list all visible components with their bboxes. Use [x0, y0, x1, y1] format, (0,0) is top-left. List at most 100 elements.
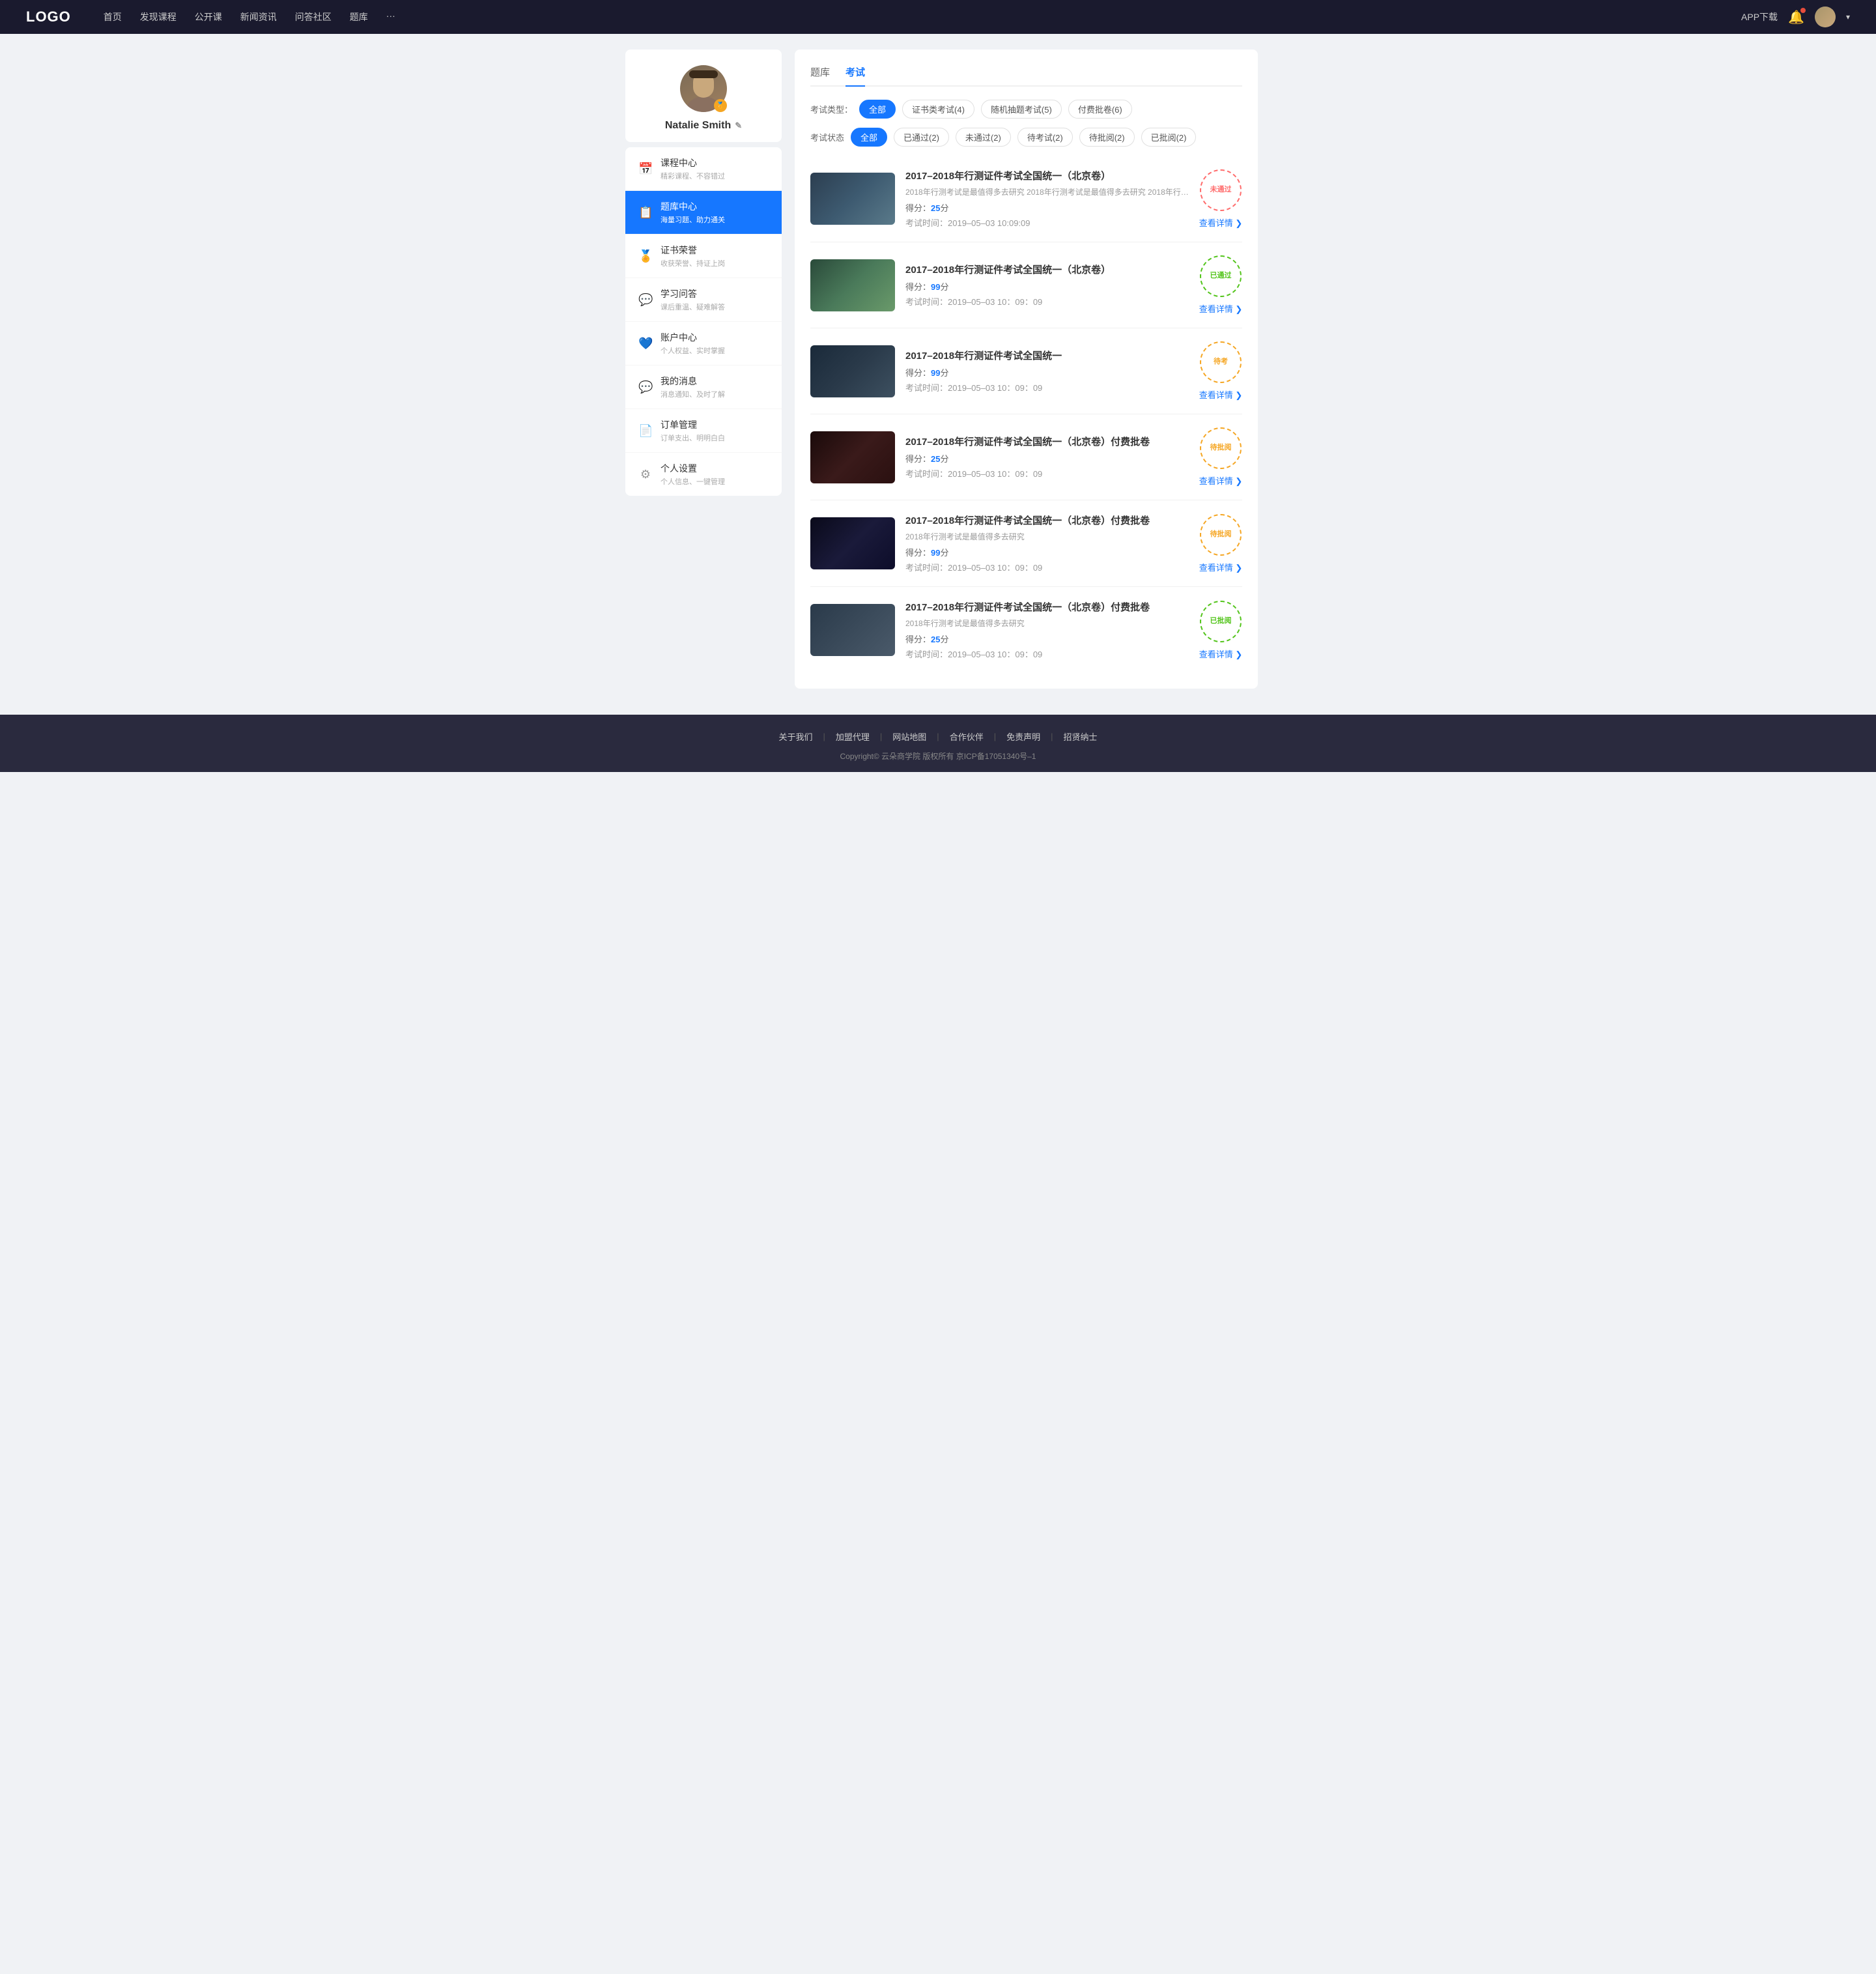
view-detail-button[interactable]: 查看详情 ❯ — [1199, 648, 1243, 660]
footer-links: 关于我们 | 加盟代理 | 网站地图 | 合作伙伴 | 免责声明 | 招贤纳士 — [0, 730, 1876, 743]
exam-desc: 2018年行测考试是最值得多去研究 — [905, 531, 1189, 542]
status-filter-all[interactable]: 全部 — [851, 128, 887, 147]
settings-text: 个人设置 个人信息、一键管理 — [661, 462, 725, 487]
exam-desc: 2018年行测考试是最值得多去研究 2018年行测考试是最值得多去研究 2018… — [905, 186, 1189, 197]
qa-text: 学习问答 课后重温、疑难解答 — [661, 287, 725, 312]
sidebar-item-quiz[interactable]: 📋 题库中心 海量习题、助力通关 — [625, 191, 782, 235]
footer-jobs[interactable]: 招贤纳士 — [1053, 730, 1108, 743]
sidebar-item-cert[interactable]: 🏅 证书荣誉 收获荣誉、持证上岗 — [625, 235, 782, 278]
nav-more[interactable]: ··· — [386, 10, 395, 23]
view-detail-button[interactable]: 查看详情 ❯ — [1199, 302, 1243, 315]
edit-icon[interactable]: ✎ — [735, 121, 742, 131]
account-sub: 个人权益、实时掌握 — [661, 345, 725, 356]
nav-app-download[interactable]: APP下载 — [1741, 10, 1778, 23]
exam-action: 待批阅 查看详情 ❯ — [1199, 514, 1243, 573]
sidebar-item-message[interactable]: 💬 我的消息 消息通知、及时了解 — [625, 365, 782, 409]
avatar[interactable] — [1815, 7, 1836, 27]
tab-exam[interactable]: 考试 — [846, 65, 865, 87]
logo: LOGO — [26, 8, 71, 25]
quiz-label: 题库中心 — [661, 200, 725, 213]
footer-partner[interactable]: 合作伙伴 — [939, 730, 994, 743]
sidebar-item-account[interactable]: 💙 账户中心 个人权益、实时掌握 — [625, 322, 782, 365]
exam-thumbnail — [810, 173, 895, 225]
exam-time: 考试时间：2019–05–03 10：09：09 — [905, 467, 1189, 479]
footer-franchise[interactable]: 加盟代理 — [825, 730, 880, 743]
avatar-wrap: 🏅 — [680, 65, 727, 112]
bell-button[interactable]: 🔔 — [1788, 9, 1804, 25]
exam-score-value: 25 — [931, 203, 940, 213]
sidebar-item-qa[interactable]: 💬 学习问答 课后重温、疑难解答 — [625, 278, 782, 322]
nav-quiz[interactable]: 题库 — [350, 10, 368, 23]
cert-label: 证书荣誉 — [661, 244, 725, 257]
view-detail-button[interactable]: 查看详情 ❯ — [1199, 388, 1243, 401]
account-label: 账户中心 — [661, 331, 725, 344]
avatar-badge: 🏅 — [714, 99, 727, 112]
nav-opencourse[interactable]: 公开课 — [195, 10, 222, 23]
status-filter-awaiting[interactable]: 待批阅(2) — [1079, 128, 1135, 147]
exam-time: 考试时间：2019–05–03 10：09：09 — [905, 295, 1189, 308]
profile-name-row: Natalie Smith ✎ — [636, 120, 771, 132]
footer-sitemap[interactable]: 网站地图 — [882, 730, 937, 743]
notification-dot — [1800, 8, 1806, 13]
quiz-icon: 📋 — [638, 206, 653, 220]
status-badge: 待批阅 — [1200, 514, 1242, 556]
message-text: 我的消息 消息通知、及时了解 — [661, 375, 725, 399]
exam-item: 2017–2018年行测证件考试全国统一 得分：99分 考试时间：2019–05… — [810, 328, 1242, 414]
exam-score: 得分：99分 — [905, 546, 1189, 558]
exam-action: 未通过 查看详情 ❯ — [1199, 169, 1243, 229]
view-detail-button[interactable]: 查看详情 ❯ — [1199, 561, 1243, 573]
type-filter-label: 考试类型： — [810, 103, 853, 115]
content-tabs: 题库 考试 — [810, 65, 1242, 87]
sidebar-profile: 🏅 Natalie Smith ✎ — [625, 50, 782, 142]
footer-about[interactable]: 关于我们 — [768, 730, 823, 743]
quiz-text: 题库中心 海量习题、助力通关 — [661, 200, 725, 225]
nav-home[interactable]: 首页 — [104, 10, 122, 23]
nav-discover[interactable]: 发现课程 — [140, 10, 177, 23]
quiz-sub: 海量习题、助力通关 — [661, 214, 725, 225]
sidebar-item-course[interactable]: 📅 课程中心 精彩课程、不容错过 — [625, 147, 782, 191]
status-filter-reviewed[interactable]: 已批阅(2) — [1141, 128, 1197, 147]
type-filter-paid[interactable]: 付费批卷(6) — [1068, 100, 1132, 119]
cert-text: 证书荣誉 收获荣誉、持证上岗 — [661, 244, 725, 268]
message-icon: 💬 — [638, 380, 653, 394]
sidebar-item-order[interactable]: 📄 订单管理 订单支出、明明白白 — [625, 409, 782, 453]
type-filter-cert[interactable]: 证书类考试(4) — [902, 100, 974, 119]
sidebar-menu: 📅 课程中心 精彩课程、不容错过 📋 题库中心 海量习题、助力通关 🏅 证书荣誉… — [625, 147, 782, 496]
nav-news[interactable]: 新闻资讯 — [240, 10, 277, 23]
exam-score: 得分：25分 — [905, 452, 1189, 465]
order-icon: 📄 — [638, 424, 653, 438]
status-filter-passed[interactable]: 已通过(2) — [894, 128, 949, 147]
qa-sub: 课后重温、疑难解答 — [661, 302, 725, 312]
exam-score-value: 99 — [931, 282, 940, 292]
exam-action: 已通过 查看详情 ❯ — [1199, 255, 1243, 315]
view-detail-button[interactable]: 查看详情 ❯ — [1199, 474, 1243, 487]
status-filter-failed[interactable]: 未通过(2) — [956, 128, 1011, 147]
type-filter-row: 考试类型： 全部 证书类考试(4) 随机抽题考试(5) 付费批卷(6) — [810, 100, 1242, 119]
exam-title: 2017–2018年行测证件考试全国统一（北京卷） — [905, 263, 1189, 276]
nav-qa[interactable]: 问答社区 — [295, 10, 332, 23]
exam-action: 待考 查看详情 ❯ — [1199, 341, 1243, 401]
status-filter-label: 考试状态 — [810, 131, 844, 143]
status-filter-pending[interactable]: 待考试(2) — [1017, 128, 1073, 147]
exam-thumbnail — [810, 345, 895, 397]
exam-score: 得分：25分 — [905, 633, 1189, 645]
view-detail-button[interactable]: 查看详情 ❯ — [1199, 216, 1243, 229]
footer-disclaimer[interactable]: 免责声明 — [996, 730, 1051, 743]
exam-info: 2017–2018年行测证件考试全国统一（北京卷）付费批卷 2018年行测考试是… — [905, 600, 1189, 660]
sidebar-item-settings[interactable]: ⚙ 个人设置 个人信息、一键管理 — [625, 453, 782, 496]
sidebar: 🏅 Natalie Smith ✎ 📅 课程中心 精彩课程、不容错过 📋 题库中… — [625, 50, 782, 689]
exam-item: 2017–2018年行测证件考试全国统一（北京卷）付费批卷 2018年行测考试是… — [810, 500, 1242, 587]
exam-title: 2017–2018年行测证件考试全国统一（北京卷）付费批卷 — [905, 435, 1189, 448]
exam-thumbnail — [810, 259, 895, 311]
exam-time: 考试时间：2019–05–03 10：09：09 — [905, 381, 1189, 393]
type-filter-random[interactable]: 随机抽题考试(5) — [981, 100, 1062, 119]
type-filter-all[interactable]: 全部 — [859, 100, 896, 119]
exam-info: 2017–2018年行测证件考试全国统一 得分：99分 考试时间：2019–05… — [905, 349, 1189, 393]
footer: 关于我们 | 加盟代理 | 网站地图 | 合作伙伴 | 免责声明 | 招贤纳士 … — [0, 715, 1876, 772]
course-label: 课程中心 — [661, 156, 725, 169]
exam-list: 2017–2018年行测证件考试全国统一（北京卷） 2018年行测考试是最值得多… — [810, 156, 1242, 673]
account-icon: 💙 — [638, 337, 653, 350]
tab-quiz[interactable]: 题库 — [810, 65, 830, 87]
exam-time: 考试时间：2019–05–03 10：09：09 — [905, 561, 1189, 573]
chevron-down-icon[interactable]: ▾ — [1846, 12, 1850, 21]
